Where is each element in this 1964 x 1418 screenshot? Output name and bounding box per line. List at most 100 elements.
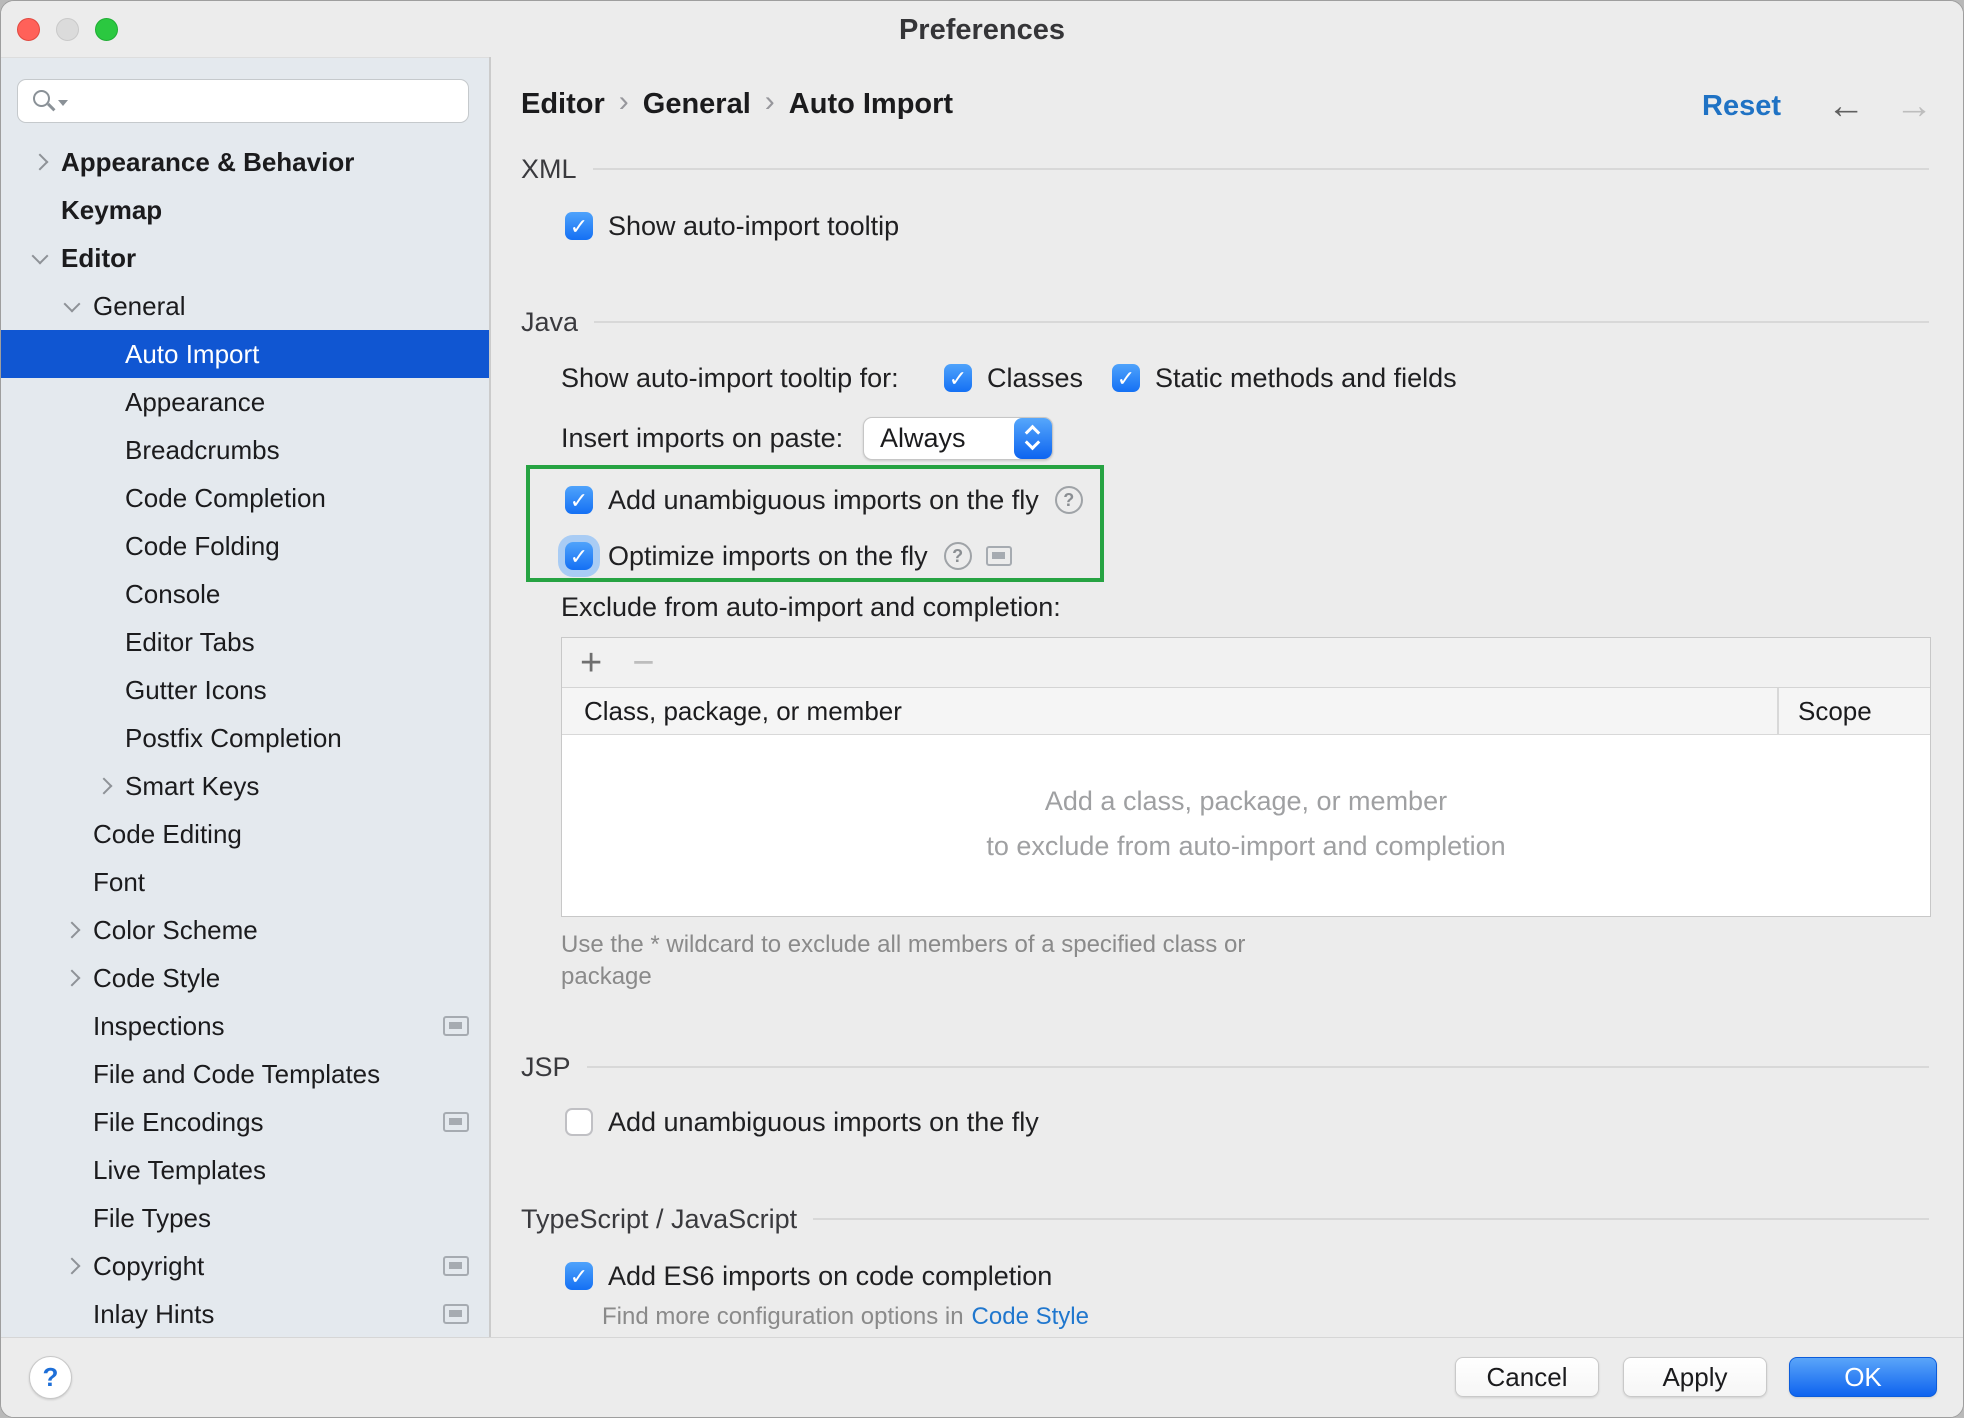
sidebar-item-label: Appearance (125, 387, 265, 418)
sidebar-item-label: Inspections (93, 1011, 225, 1042)
static-methods-checkbox-row: Static methods and fields (1112, 356, 1457, 400)
chevron-down-icon[interactable] (32, 248, 49, 265)
sidebar-item-auto-import[interactable]: Auto Import (1, 330, 489, 378)
project-settings-icon (443, 1112, 469, 1132)
table-toolbar: + − (562, 638, 1930, 688)
sidebar-item-code-editing[interactable]: Code Editing (1, 810, 489, 858)
reset-link[interactable]: Reset (1702, 90, 1781, 123)
sidebar-item-editor[interactable]: Editor (1, 234, 489, 282)
column-header-class[interactable]: Class, package, or member (584, 696, 902, 727)
apply-button[interactable]: Apply (1623, 1357, 1767, 1397)
sidebar-item-inlay-hints[interactable]: Inlay Hints (1, 1290, 489, 1337)
sidebar-item-label: Editor (61, 243, 136, 274)
section-header-jsp: JSP (521, 1051, 1929, 1083)
help-question-icon[interactable]: ? (1055, 486, 1083, 514)
section-rule (587, 1066, 1929, 1068)
sidebar-item-code-completion[interactable]: Code Completion (1, 474, 489, 522)
jsp-add-unambiguous-row: Add unambiguous imports on the fly (565, 1100, 1039, 1144)
sidebar-item-file-and-code-templates[interactable]: File and Code Templates (1, 1050, 489, 1098)
sidebar-item-smart-keys[interactable]: Smart Keys (1, 762, 489, 810)
forward-arrow-icon: → (1895, 87, 1933, 125)
project-settings-icon (443, 1256, 469, 1276)
section-rule (813, 1218, 1929, 1220)
section-title-java: Java (521, 307, 578, 338)
jsp-add-unambiguous-checkbox[interactable] (565, 1108, 593, 1136)
classes-checkbox-row: Classes (944, 356, 1083, 400)
chevron-right-icon[interactable] (96, 778, 113, 795)
chevron-right-icon[interactable] (32, 154, 49, 171)
section-header-typescript: TypeScript / JavaScript (521, 1203, 1929, 1235)
checkbox-label: Add unambiguous imports on the fly (608, 1107, 1039, 1138)
dropdown-stepper-icon (1014, 418, 1052, 459)
show-auto-import-tooltip-checkbox[interactable] (565, 212, 593, 240)
section-rule (594, 321, 1929, 323)
project-settings-icon (986, 546, 1012, 566)
help-question-icon[interactable]: ? (944, 542, 972, 570)
checkbox-label: Add unambiguous imports on the fly (608, 485, 1039, 516)
static-methods-checkbox[interactable] (1112, 364, 1140, 392)
sidebar-item-editor-tabs[interactable]: Editor Tabs (1, 618, 489, 666)
table-placeholder-line2: to exclude from auto-import and completi… (986, 831, 1505, 862)
search-field[interactable] (17, 79, 469, 123)
checkbox-label: Add ES6 imports on code completion (608, 1261, 1052, 1292)
exclude-table: + − Class, package, or member Scope Add … (561, 637, 1931, 917)
chevron-down-icon[interactable] (64, 296, 81, 313)
chevron-right-icon[interactable] (64, 922, 81, 939)
classes-checkbox[interactable] (944, 364, 972, 392)
sidebar-item-label: Breadcrumbs (125, 435, 280, 466)
table-placeholder-line1: Add a class, package, or member (1045, 786, 1447, 817)
sidebar-item-general[interactable]: General (1, 282, 489, 330)
sidebar-item-color-scheme[interactable]: Color Scheme (1, 906, 489, 954)
chevron-right-icon[interactable] (64, 1258, 81, 1275)
sidebar-item-keymap[interactable]: Keymap (1, 186, 489, 234)
column-header-scope[interactable]: Scope (1798, 696, 1872, 727)
sidebar-item-label: Auto Import (125, 339, 259, 370)
sidebar-item-label: Font (93, 867, 145, 898)
sidebar-item-code-style[interactable]: Code Style (1, 954, 489, 1002)
sidebar-item-code-folding[interactable]: Code Folding (1, 522, 489, 570)
sidebar-item-postfix-completion[interactable]: Postfix Completion (1, 714, 489, 762)
sidebar-item-label: Code Completion (125, 483, 326, 514)
insert-on-paste-label-row: Insert imports on paste: (561, 416, 843, 460)
sidebar-item-console[interactable]: Console (1, 570, 489, 618)
sidebar-item-appearance[interactable]: Appearance (1, 378, 489, 426)
insert-on-paste-label: Insert imports on paste: (561, 423, 843, 454)
chevron-right-icon[interactable] (64, 970, 81, 987)
sidebar-item-live-templates[interactable]: Live Templates (1, 1146, 489, 1194)
code-style-link[interactable]: Code Style (972, 1303, 1089, 1331)
breadcrumb-general[interactable]: General (643, 88, 751, 121)
checkbox-label: Classes (987, 363, 1083, 394)
back-arrow-icon[interactable]: ← (1827, 87, 1865, 125)
sidebar-item-file-encodings[interactable]: File Encodings (1, 1098, 489, 1146)
sidebar-item-label: Code Style (93, 963, 220, 994)
sidebar-item-inspections[interactable]: Inspections (1, 1002, 489, 1050)
sidebar-item-file-types[interactable]: File Types (1, 1194, 489, 1242)
section-header-java: Java (521, 306, 1929, 338)
add-unambiguous-checkbox[interactable] (565, 486, 593, 514)
ok-button[interactable]: OK (1789, 1357, 1937, 1397)
optimize-imports-checkbox[interactable] (565, 542, 593, 570)
project-settings-icon (443, 1304, 469, 1324)
sidebar-item-gutter-icons[interactable]: Gutter Icons (1, 666, 489, 714)
insert-on-paste-dropdown[interactable]: Always (863, 417, 1053, 460)
search-input[interactable] (76, 82, 456, 118)
help-button[interactable]: ? (29, 1356, 72, 1399)
section-title-typescript: TypeScript / JavaScript (521, 1204, 797, 1235)
breadcrumb-editor[interactable]: Editor (521, 88, 605, 121)
footer-bar: ? Cancel Apply OK (1, 1337, 1963, 1418)
breadcrumb: Editor › General › Auto Import (521, 87, 953, 121)
es6-imports-checkbox[interactable] (565, 1262, 593, 1290)
breadcrumb-separator-icon: › (751, 85, 789, 119)
column-divider[interactable] (1777, 688, 1779, 734)
sidebar-item-label: File Types (93, 1203, 211, 1234)
sidebar-item-breadcrumbs[interactable]: Breadcrumbs (1, 426, 489, 474)
sidebar-item-label: Gutter Icons (125, 675, 267, 706)
sidebar-item-appearance-behavior[interactable]: Appearance & Behavior (1, 138, 489, 186)
find-more-text: Find more configuration options in (602, 1303, 964, 1331)
cancel-button[interactable]: Cancel (1455, 1357, 1599, 1397)
sidebar-item-copyright[interactable]: Copyright (1, 1242, 489, 1290)
sidebar-item-label: Editor Tabs (125, 627, 255, 658)
sidebar-item-font[interactable]: Font (1, 858, 489, 906)
table-empty-body[interactable]: Add a class, package, or member to exclu… (562, 735, 1930, 913)
search-options-caret-icon[interactable] (58, 100, 68, 106)
